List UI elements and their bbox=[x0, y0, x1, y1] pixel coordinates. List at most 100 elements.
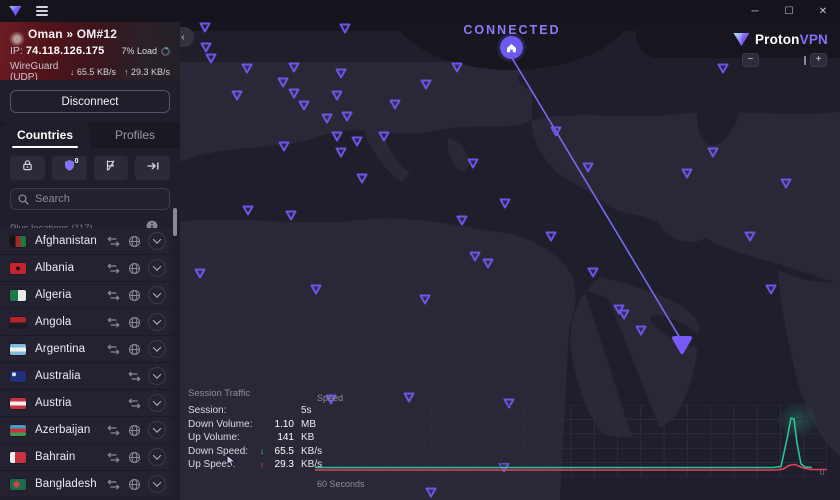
country-name: Algeria bbox=[35, 289, 72, 301]
map-pin[interactable] bbox=[240, 62, 254, 80]
globe-icon[interactable] bbox=[127, 423, 141, 437]
map-pin[interactable] bbox=[634, 324, 648, 342]
streaming-swap-icon[interactable] bbox=[106, 342, 120, 356]
st-value: 29.3 bbox=[268, 459, 294, 470]
map-pin[interactable] bbox=[481, 257, 495, 275]
home-location-pin[interactable] bbox=[500, 36, 523, 59]
country-row-albania[interactable]: Albania bbox=[0, 255, 172, 282]
streaming-swap-icon[interactable] bbox=[106, 234, 120, 248]
map-pin[interactable] bbox=[498, 197, 512, 215]
country-row-angola[interactable]: Angola bbox=[0, 309, 172, 336]
map-pin[interactable] bbox=[419, 78, 433, 96]
globe-icon[interactable] bbox=[127, 234, 141, 248]
map-pin[interactable] bbox=[334, 146, 348, 164]
country-row-austria[interactable]: Austria bbox=[0, 390, 172, 417]
streaming-swap-icon[interactable] bbox=[106, 477, 120, 491]
country-row-bahrain[interactable]: Bahrain bbox=[0, 444, 172, 471]
expand-country-button[interactable] bbox=[148, 340, 166, 358]
map-pin[interactable] bbox=[297, 99, 311, 117]
st-label: Down Speed: bbox=[188, 446, 256, 457]
map-pin[interactable] bbox=[466, 157, 480, 175]
expand-country-button[interactable] bbox=[148, 475, 166, 493]
map-pin[interactable] bbox=[377, 130, 391, 148]
session-traffic-panel: Session Traffic Session:5sDown Volume:1.… bbox=[188, 388, 338, 472]
country-row-australia[interactable]: Australia bbox=[0, 363, 172, 390]
map-pin[interactable] bbox=[193, 267, 207, 285]
map-pin[interactable] bbox=[277, 140, 291, 158]
upload-arrow-icon: ↑ bbox=[124, 67, 129, 77]
map-pin[interactable] bbox=[468, 250, 482, 268]
map-pin[interactable] bbox=[241, 204, 255, 222]
zoom-in-button[interactable]: + bbox=[810, 53, 827, 67]
globe-icon[interactable] bbox=[127, 261, 141, 275]
country-row-bangladesh[interactable]: Bangladesh bbox=[0, 471, 172, 498]
map-pin[interactable] bbox=[586, 266, 600, 284]
expand-country-button[interactable] bbox=[148, 421, 166, 439]
map-pin[interactable] bbox=[418, 293, 432, 311]
sidebar-scrollbar[interactable] bbox=[173, 208, 177, 236]
globe-icon[interactable] bbox=[127, 315, 141, 329]
country-row-algeria[interactable]: Algeria bbox=[0, 282, 172, 309]
expand-country-button[interactable] bbox=[148, 259, 166, 277]
expand-country-button[interactable] bbox=[148, 286, 166, 304]
map-pin[interactable] bbox=[706, 146, 720, 164]
streaming-swap-icon[interactable] bbox=[106, 288, 120, 302]
map-pin[interactable] bbox=[284, 209, 298, 227]
map-pin[interactable] bbox=[424, 486, 438, 500]
globe-icon[interactable] bbox=[127, 450, 141, 464]
secure-core-icon bbox=[21, 159, 34, 177]
streaming-swap-icon[interactable] bbox=[127, 396, 141, 410]
zoom-out-button[interactable]: − bbox=[742, 53, 759, 67]
map-pin[interactable] bbox=[230, 89, 244, 107]
map-pin[interactable] bbox=[743, 230, 757, 248]
expand-country-button[interactable] bbox=[148, 448, 166, 466]
map-pin[interactable] bbox=[549, 125, 563, 143]
country-row-afghanistan[interactable]: Afghanistan bbox=[0, 228, 172, 255]
disconnect-button[interactable]: Disconnect bbox=[10, 90, 170, 113]
search-box[interactable] bbox=[10, 188, 170, 210]
map-pin[interactable] bbox=[544, 230, 558, 248]
country-row-azerbaijan[interactable]: Azerbaijan bbox=[0, 417, 172, 444]
streaming-swap-icon[interactable] bbox=[106, 423, 120, 437]
globe-icon[interactable] bbox=[127, 342, 141, 356]
expand-country-button[interactable] bbox=[148, 367, 166, 385]
streaming-swap-icon[interactable] bbox=[106, 450, 120, 464]
secure-core-button[interactable] bbox=[10, 156, 45, 180]
country-row-argentina[interactable]: Argentina bbox=[0, 336, 172, 363]
port-forwarding-button[interactable] bbox=[135, 156, 170, 180]
map-pin[interactable] bbox=[455, 214, 469, 232]
map-pin[interactable] bbox=[581, 161, 595, 179]
expand-country-button[interactable] bbox=[148, 232, 166, 250]
map-pin[interactable] bbox=[350, 135, 364, 153]
map-pin[interactable] bbox=[680, 167, 694, 185]
maximize-button[interactable]: ☐ bbox=[772, 0, 806, 22]
map-pin[interactable] bbox=[450, 61, 464, 79]
search-input[interactable] bbox=[35, 193, 155, 205]
netshield-button[interactable]: 0 bbox=[52, 156, 87, 180]
streaming-swap-icon[interactable] bbox=[127, 369, 141, 383]
tab-countries[interactable]: Countries bbox=[0, 122, 90, 148]
map-pin[interactable] bbox=[617, 308, 631, 326]
map-pin[interactable] bbox=[779, 177, 793, 195]
map-pin[interactable] bbox=[388, 98, 402, 116]
kill-switch-button[interactable] bbox=[94, 156, 129, 180]
expand-country-button[interactable] bbox=[148, 313, 166, 331]
map-pin[interactable] bbox=[330, 89, 344, 107]
globe-icon[interactable] bbox=[127, 288, 141, 302]
map-pin[interactable] bbox=[309, 283, 323, 301]
map-pin[interactable] bbox=[204, 52, 218, 70]
map-pin[interactable] bbox=[716, 62, 730, 80]
map-pin[interactable] bbox=[334, 67, 348, 85]
minimize-button[interactable]: ─ bbox=[738, 0, 772, 22]
map-pin[interactable] bbox=[355, 172, 369, 190]
map-pin[interactable] bbox=[340, 110, 354, 128]
tab-profiles[interactable]: Profiles bbox=[90, 122, 180, 148]
map-pin[interactable] bbox=[764, 283, 778, 301]
close-button[interactable]: ✕ bbox=[806, 0, 840, 22]
map-pin[interactable] bbox=[320, 112, 334, 130]
streaming-swap-icon[interactable] bbox=[106, 261, 120, 275]
expand-country-button[interactable] bbox=[148, 394, 166, 412]
globe-icon[interactable] bbox=[127, 477, 141, 491]
streaming-swap-icon[interactable] bbox=[106, 315, 120, 329]
hamburger-menu-icon[interactable] bbox=[36, 6, 48, 16]
